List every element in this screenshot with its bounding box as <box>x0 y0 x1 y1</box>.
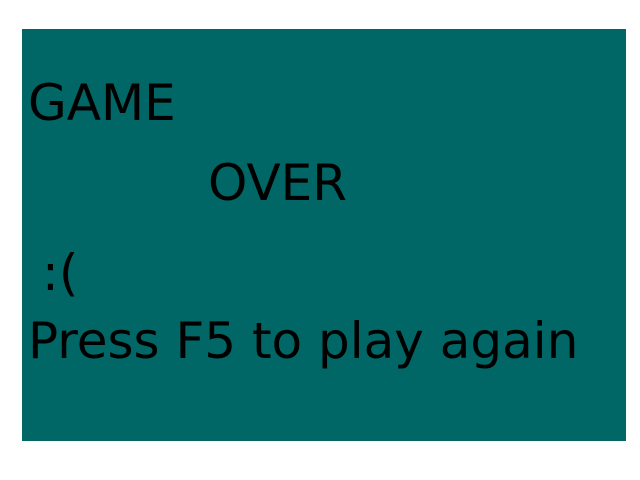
sad-face-emoticon: :( <box>42 244 79 302</box>
play-again-instruction: Press F5 to play again <box>28 312 579 370</box>
game-over-word-game: GAME <box>28 74 176 132</box>
game-over-word-over: OVER <box>208 154 348 212</box>
game-over-panel: GAME OVER :( Press F5 to play again <box>22 29 626 441</box>
